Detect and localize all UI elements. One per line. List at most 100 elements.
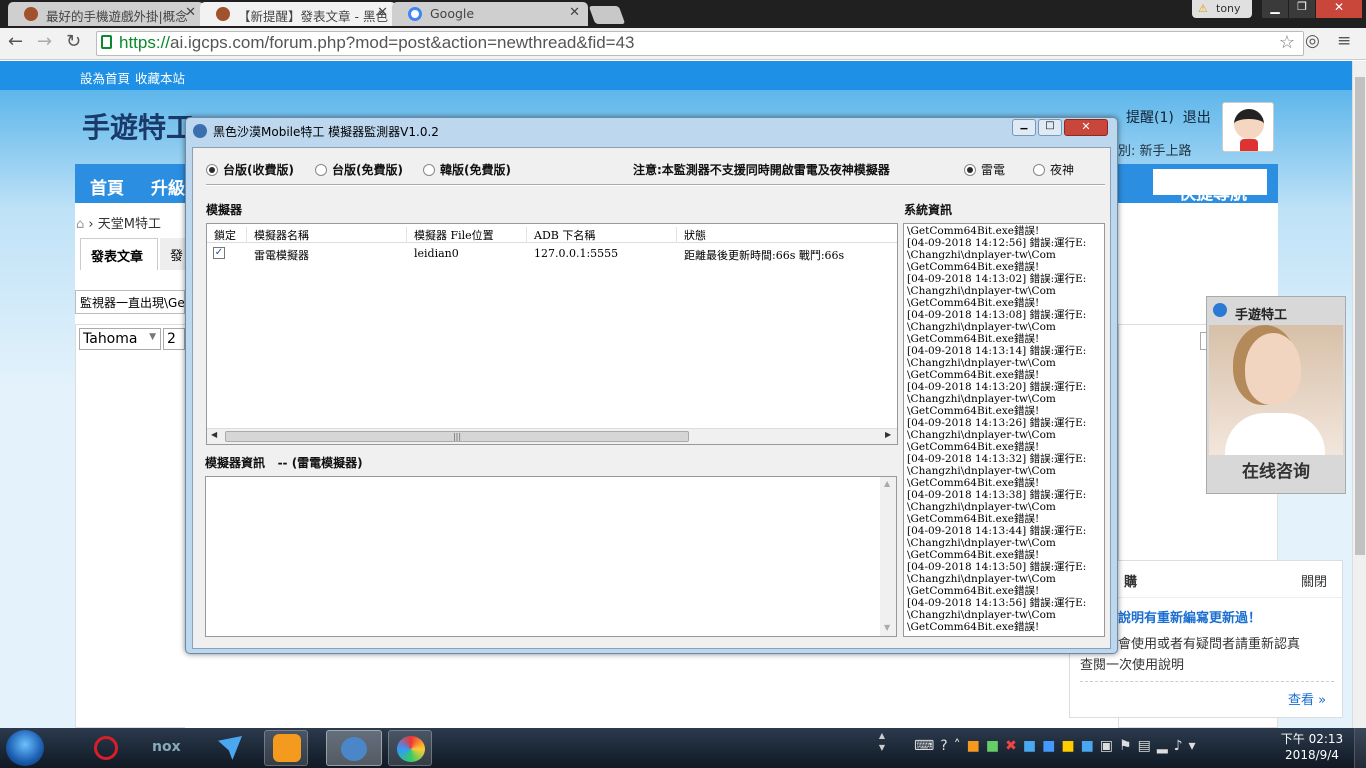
browser-tab-strip: 最好的手機遊戲外掛|概念 ✕ 【新提醒】發表文章 - 黑色 ✕ Google ✕… — [0, 0, 1366, 28]
tab-close-icon[interactable]: ✕ — [185, 5, 196, 20]
page-scrollbar[interactable] — [1352, 61, 1366, 728]
taskbar-app[interactable] — [208, 730, 252, 766]
scroll-left-icon[interactable]: ◀ — [211, 430, 217, 439]
browser-tab-active[interactable]: 【新提醒】發表文章 - 黑色 ✕ — [200, 2, 396, 26]
start-orb-icon[interactable] — [6, 730, 44, 766]
support-widget[interactable]: 手遊特工 在线咨询 — [1206, 296, 1346, 494]
font-select[interactable]: Tahoma ▼ — [79, 328, 161, 350]
info-scrollbar[interactable]: ▲ ▼ — [880, 477, 896, 636]
column-header[interactable]: 鎖定 — [207, 227, 247, 243]
emulator-radio[interactable]: 雷電 — [964, 161, 1005, 178]
taskbar-app[interactable] — [388, 730, 432, 766]
extension-icon[interactable]: ◎ — [1305, 31, 1320, 51]
taskbar-app[interactable]: nox — [146, 730, 190, 766]
tab-post[interactable]: 發表文章 — [80, 238, 158, 270]
tab-close-icon[interactable]: ✕ — [569, 5, 580, 20]
size-select[interactable]: 2 — [163, 328, 185, 350]
reload-icon[interactable]: ↻ — [66, 31, 81, 52]
help-icon[interactable]: ? — [940, 738, 953, 754]
tray-app-icon[interactable]: ■ — [1023, 738, 1042, 754]
nav-upgrade[interactable]: 升級 — [151, 174, 185, 199]
action-center-icon[interactable]: ⚑ — [1119, 738, 1138, 754]
set-homepage-link[interactable]: 設為首頁 — [80, 68, 130, 87]
dialog-close-button[interactable]: ✕ — [1064, 119, 1108, 136]
taskbar-app[interactable] — [84, 730, 128, 766]
logout-link[interactable]: 退出 — [1183, 110, 1211, 126]
tray-app-icon[interactable]: ■ — [1061, 738, 1080, 754]
tray-app-icon[interactable]: ✖ — [1005, 738, 1023, 754]
row-status: 距離最後更新時間:66s 戰鬥:66s — [684, 249, 845, 262]
tray-app-icon[interactable]: ▤ — [1138, 738, 1157, 754]
dialog-maximize-button[interactable]: □ — [1038, 119, 1062, 136]
list-hscrollbar[interactable]: ◀ ||| ▶ — [207, 428, 897, 444]
system-log-textbox[interactable]: \GetComm64Bit.exe錯誤! [04-09-2018 14:12:56… — [903, 223, 1105, 637]
tray-icons[interactable]: ⌨?˄■■✖■■■■▣⚑▤▂♪▾ — [914, 738, 1202, 754]
version-radio[interactable]: 韓版(免費版) — [423, 161, 511, 178]
version-radio[interactable]: 台版(收費版) — [206, 161, 294, 178]
column-header[interactable]: 模擬器 File位置 — [408, 227, 527, 243]
scroll-right-icon[interactable]: ▶ — [885, 430, 891, 439]
menu-icon[interactable]: ≡ — [1337, 31, 1351, 51]
tray-app-icon[interactable]: ▣ — [1100, 738, 1119, 754]
taskbar-scroll[interactable]: ▲ ▼ — [876, 730, 888, 766]
notifications-link[interactable]: 提醒(1) — [1126, 110, 1174, 126]
emulator-radio[interactable]: 夜神 — [1033, 161, 1074, 178]
avatar[interactable] — [1222, 102, 1274, 152]
warning-label: 注意:本監測器不支援同時開啟雷電及夜神模擬器 — [633, 163, 890, 177]
star-icon[interactable]: ☆ — [1279, 32, 1295, 53]
column-header[interactable]: ADB 下名稱 — [528, 227, 677, 243]
window-maximize-button[interactable]: ❐ — [1289, 0, 1315, 18]
emulator-list[interactable]: 鎖定 模擬器名稱 模擬器 File位置 ADB 下名稱 狀態 ✓ 雷電模擬器 l… — [206, 223, 898, 445]
dialog-minimize-button[interactable]: ▁ — [1012, 119, 1036, 136]
window-close-button[interactable]: ✕ — [1316, 0, 1362, 18]
emulator-info-textbox[interactable]: ▲ ▼ — [205, 476, 897, 637]
taskbar-app[interactable] — [264, 730, 308, 766]
show-desktop-button[interactable] — [1354, 728, 1366, 768]
notice-close-link[interactable]: 關閉 — [1301, 571, 1327, 590]
back-icon[interactable]: ← — [8, 31, 23, 52]
notice-more-link[interactable]: 查看 » — [1288, 689, 1326, 708]
nav-home[interactable]: 首頁 — [90, 174, 124, 199]
editor-area[interactable] — [75, 324, 185, 728]
forward-icon[interactable]: → — [37, 31, 52, 52]
garena-icon — [94, 736, 118, 760]
clock[interactable]: 下午 02:13 2018/9/4 — [1280, 731, 1344, 763]
notice-headline[interactable]: 說明有重新編寫更新過！ — [1118, 607, 1261, 626]
profile-button[interactable]: ⚠ tony — [1192, 0, 1252, 18]
forum-logo[interactable]: 手遊特工 — [82, 106, 194, 146]
speaker-icon[interactable]: ♪ — [1174, 738, 1189, 754]
list-header: 鎖定 模擬器名稱 模擬器 File位置 ADB 下名稱 狀態 — [207, 224, 897, 243]
ime-icon[interactable]: ▾ — [1189, 738, 1202, 754]
address-bar[interactable]: https://ai.igcps.com/forum.php?mod=post&… — [96, 31, 1304, 56]
quick-nav-button[interactable]: 快捷導航 ▾ — [1153, 169, 1267, 204]
version-radio[interactable]: 台版(免費版) — [315, 161, 403, 178]
keyboard-icon[interactable]: ⌨ — [914, 738, 940, 754]
column-header[interactable]: 模擬器名稱 — [248, 227, 407, 243]
bookmark-link[interactable]: 收藏本站 — [135, 68, 185, 87]
window-minimize-button[interactable]: ▁ — [1262, 0, 1288, 18]
scroll-up-icon[interactable]: ▲ — [884, 479, 890, 488]
scrollbar-thumb[interactable]: ||| — [225, 431, 689, 442]
scroll-down-icon[interactable]: ▼ — [884, 623, 890, 632]
tray-expand-icon[interactable]: ˄ — [954, 738, 967, 754]
browser-tab[interactable]: Google ✕ — [392, 2, 588, 26]
nvidia-icon[interactable]: ■ — [986, 738, 1005, 754]
subject-input[interactable]: 監視器一直出現\Ge — [75, 290, 185, 314]
log-line: \GetComm64Bit.exe錯誤! — [907, 477, 1040, 489]
tab-close-icon[interactable]: ✕ — [377, 5, 388, 20]
column-header[interactable]: 狀態 — [678, 227, 897, 243]
log-line: [04-09-2018 14:13:32] 錯誤:運行E: — [907, 453, 1087, 465]
clock-date: 2018/9/4 — [1285, 748, 1339, 762]
taskbar-app-active[interactable] — [326, 730, 382, 766]
table-row[interactable]: ✓ 雷電模擬器 leidian0 127.0.0.1:5555 距離最後更新時間… — [207, 244, 897, 262]
tray-app-icon[interactable]: ■ — [1081, 738, 1100, 754]
home-icon[interactable]: ⌂ — [76, 217, 84, 232]
tray-app-icon[interactable]: ■ — [1042, 738, 1061, 754]
new-tab-button[interactable] — [588, 6, 626, 24]
breadcrumb-item[interactable]: 天堂M特工 — [98, 217, 161, 232]
browser-tab[interactable]: 最好的手機遊戲外掛|概念 ✕ — [8, 2, 204, 26]
lock-checkbox[interactable]: ✓ — [213, 247, 225, 259]
network-icon[interactable]: ▂ — [1157, 738, 1174, 754]
tray-app-icon[interactable]: ■ — [967, 738, 986, 754]
scrollbar-thumb[interactable] — [1355, 77, 1365, 555]
